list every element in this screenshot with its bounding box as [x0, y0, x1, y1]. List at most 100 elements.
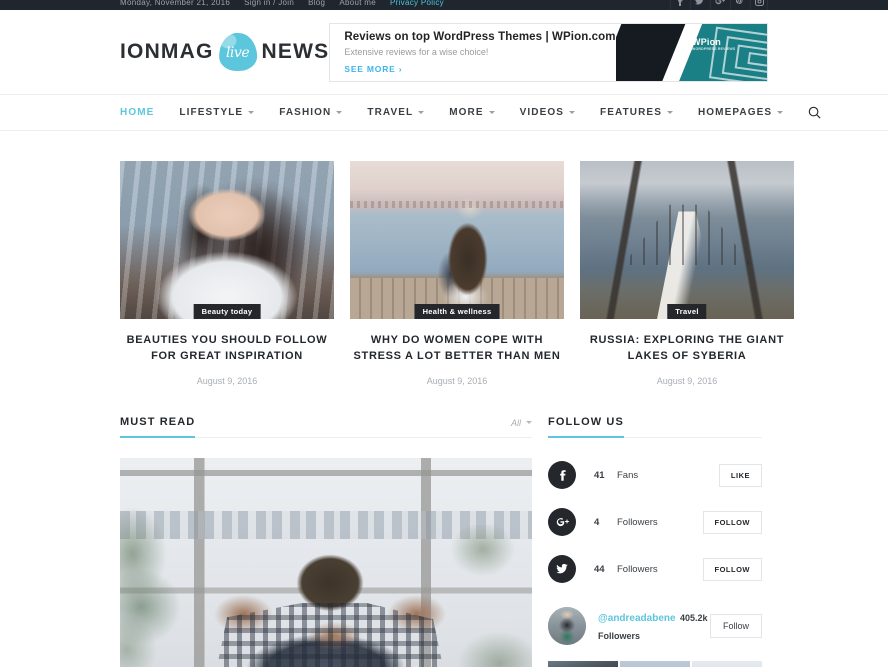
banner-artwork: ✷ WPion WORDPRESS REVIEWS	[615, 23, 767, 81]
instagram-meta: @andreadabene 405.2k Followers	[598, 608, 710, 644]
featured-card-1-date: August 9, 2016	[196, 375, 258, 386]
search-icon[interactable]	[808, 106, 821, 119]
chevron-down-icon	[526, 421, 532, 425]
top-bar-link-about[interactable]: About me	[339, 0, 376, 7]
facebook-like-button[interactable]: LIKE	[718, 463, 762, 487]
top-bar-left: Monday, November 21, 2016 Sign in / Join…	[120, 0, 670, 10]
featured-card-3-date: August 9, 2016	[656, 375, 718, 386]
must-read-filter-label: All	[510, 417, 521, 428]
must-read-column: MUST READ All	[120, 416, 532, 667]
instagram-icon[interactable]	[750, 0, 768, 10]
must-read-filter-dropdown[interactable]: All	[511, 418, 532, 428]
chevron-down-icon	[488, 111, 495, 114]
pinterest-icon[interactable]	[730, 0, 748, 10]
social-row-google-plus: 4 Followers FOLLOW	[548, 505, 762, 540]
logo-heart-badge: live	[217, 32, 258, 72]
banner-headline: Reviews on top WordPress Themes | WPion.…	[344, 30, 616, 43]
twitter-count: 44	[594, 563, 605, 575]
logo-text-right: NEWS	[261, 40, 330, 63]
must-read-header: MUST READ All	[120, 416, 532, 438]
google-plus-icon[interactable]	[548, 508, 576, 537]
twitter-follow-button[interactable]: FOLLOW	[702, 557, 762, 581]
star-icon: ✷	[679, 38, 689, 50]
follow-us-header: FOLLOW US	[548, 416, 762, 438]
nav-item-fashion[interactable]: FASHION	[279, 107, 343, 118]
nav-label-more: MORE	[449, 107, 484, 118]
site-header: IONMAG live NEWS Reviews on top WordPres…	[0, 10, 888, 95]
nav-label-videos: VIDEOS	[519, 107, 565, 118]
nav-label-homepages: HOMEPAGES	[697, 107, 773, 118]
logo-text-left: IONMAG	[120, 40, 214, 63]
page-root: Monday, November 21, 2016 Sign in / Join…	[0, 0, 888, 667]
chevron-down-icon	[336, 111, 343, 114]
banner-subline: Extensive reviews for a wise choice!	[344, 46, 489, 57]
chevron-right-icon: ›	[398, 63, 403, 74]
featured-card-3-category[interactable]: Travel	[667, 304, 707, 319]
social-row-twitter: 44 Followers FOLLOW	[548, 552, 762, 587]
must-read-featured-image[interactable]	[120, 457, 532, 667]
facebook-icon[interactable]	[548, 461, 576, 490]
advertisement-banner[interactable]: Reviews on top WordPress Themes | WPion.…	[329, 22, 768, 82]
featured-card-2-date: August 9, 2016	[426, 375, 488, 386]
instagram-follow-button[interactable]: Follow	[709, 613, 762, 638]
nav-label-travel: TRAVEL	[367, 107, 414, 118]
featured-card-3[interactable]: Travel RUSSIA: EXPLORING THE GIANT LAKES…	[580, 161, 794, 386]
nav-item-videos[interactable]: VIDEOS	[519, 107, 576, 118]
twitter-label: Followers	[617, 563, 658, 575]
top-bar-link-privacy[interactable]: Privacy Policy	[390, 0, 444, 7]
banner-brand-logo: ✷ WPion WORDPRESS REVIEWS	[680, 37, 736, 51]
chevron-down-icon	[248, 111, 255, 114]
logo-script-text: live	[225, 45, 250, 61]
chevron-down-icon	[666, 111, 673, 114]
nav-item-travel[interactable]: TRAVEL	[367, 107, 425, 118]
site-logo[interactable]: IONMAG live NEWS	[120, 32, 330, 72]
featured-card-1-category[interactable]: Beauty today	[193, 304, 261, 319]
twitter-icon[interactable]	[690, 0, 708, 10]
featured-card-1-image[interactable]: Beauty today	[120, 161, 334, 319]
google-plus-follow-button[interactable]: FOLLOW	[702, 510, 762, 534]
top-bar: Monday, November 21, 2016 Sign in / Join…	[0, 0, 888, 10]
featured-card-2-category[interactable]: Health & wellness	[414, 304, 500, 319]
nav-item-home[interactable]: HOME	[120, 107, 154, 118]
nav-label-features: FEATURES	[600, 107, 662, 118]
facebook-icon[interactable]	[670, 0, 688, 10]
instagram-widget-header: @andreadabene 405.2k Followers Follow	[548, 606, 762, 645]
featured-card-2-title[interactable]: WHY DO WOMEN COPE WITH STRESS A LOT BETT…	[350, 333, 564, 365]
facebook-count: 41	[594, 469, 605, 481]
instagram-username[interactable]: @andreadabene	[598, 613, 676, 624]
nav-label-lifestyle: LIFESTYLE	[179, 107, 244, 118]
social-row-facebook: 41 Fans LIKE	[548, 458, 762, 493]
featured-card-2[interactable]: Health & wellness WHY DO WOMEN COPE WITH…	[350, 161, 564, 386]
featured-card-1[interactable]: Beauty today BEAUTIES YOU SHOULD FOLLOW …	[120, 161, 334, 386]
chevron-down-icon	[418, 111, 425, 114]
nav-label-home: HOME	[120, 107, 155, 118]
instagram-thumb-2[interactable]	[620, 660, 690, 667]
banner-brand-name: WPion	[692, 36, 721, 47]
featured-card-2-image[interactable]: Health & wellness	[350, 161, 564, 319]
banner-see-more-link[interactable]: SEE MORE ›	[344, 64, 615, 74]
chevron-down-icon	[569, 111, 576, 114]
nav-item-homepages[interactable]: HOMEPAGES	[697, 107, 784, 118]
nav-item-features[interactable]: FEATURES	[600, 107, 673, 118]
nav-item-lifestyle[interactable]: LIFESTYLE	[179, 107, 255, 118]
instagram-thumb-1[interactable]	[548, 660, 618, 667]
featured-card-1-title[interactable]: BEAUTIES YOU SHOULD FOLLOW FOR GREAT INS…	[120, 333, 334, 365]
featured-card-3-title[interactable]: RUSSIA: EXPLORING THE GIANT LAKES OF SYB…	[580, 333, 794, 365]
content-area: MUST READ All FOLLOW US 41 Fans LIKE 4 F…	[0, 386, 888, 667]
avatar[interactable]	[548, 606, 586, 645]
nav-item-more[interactable]: MORE	[449, 107, 495, 118]
must-read-title: MUST READ	[120, 415, 196, 438]
top-bar-link-blog[interactable]: Blog	[308, 0, 325, 7]
facebook-label: Fans	[617, 469, 639, 481]
chevron-down-icon	[777, 111, 784, 114]
twitter-icon[interactable]	[548, 555, 576, 584]
banner-text-block: Reviews on top WordPress Themes | WPion.…	[330, 24, 615, 81]
social-follow-list: 41 Fans LIKE 4 Followers FOLLOW 44 Follo…	[548, 458, 762, 587]
featured-card-3-image[interactable]: Travel	[580, 161, 794, 319]
instagram-thumb-3[interactable]	[692, 660, 762, 667]
top-bar-link-signin[interactable]: Sign in / Join	[244, 0, 294, 7]
google-plus-count: 4	[594, 516, 600, 528]
google-plus-icon[interactable]	[710, 0, 728, 10]
banner-brand-tagline: WORDPRESS REVIEWS	[692, 46, 736, 51]
nav-label-fashion: FASHION	[279, 107, 332, 118]
